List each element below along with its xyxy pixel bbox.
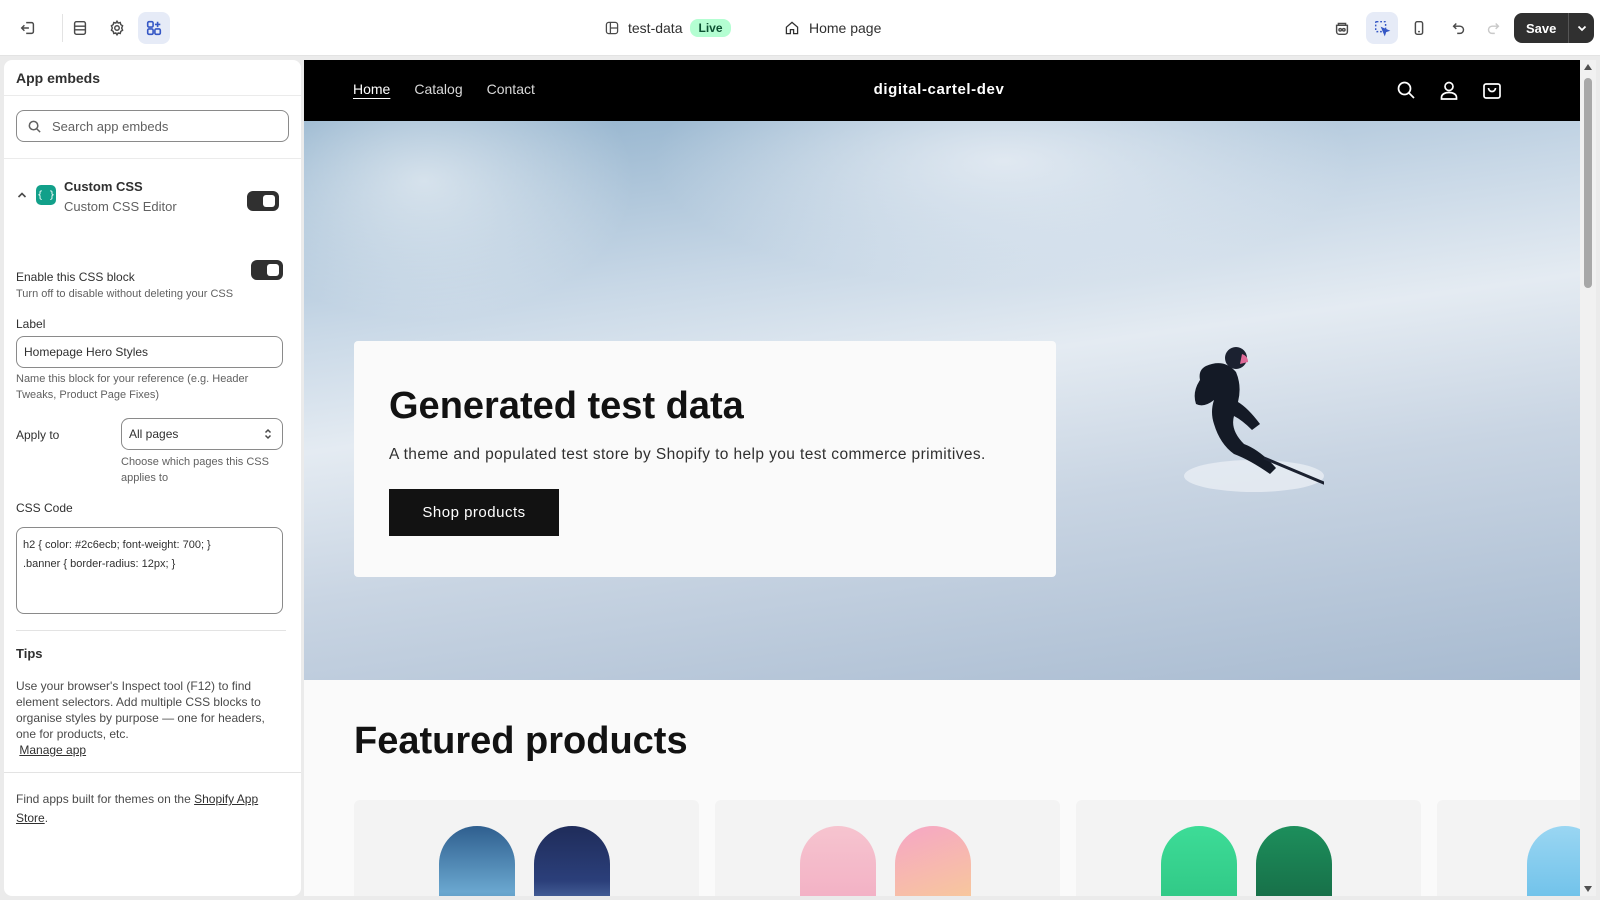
editor-topbar: test-data Live Home page Save xyxy=(0,0,1600,56)
product-image xyxy=(800,826,876,896)
select-element-icon[interactable] xyxy=(1366,12,1398,44)
app-name: Custom CSS xyxy=(64,179,143,194)
section-divider xyxy=(16,630,286,631)
featured-products-heading: Featured products xyxy=(354,720,688,762)
enable-css-block-toggle[interactable] xyxy=(251,260,283,280)
product-image xyxy=(439,826,515,896)
nav-link-home[interactable]: Home xyxy=(353,81,390,97)
label-help: Name this block for your reference (e.g.… xyxy=(16,373,249,401)
app-block-name: Custom CSS Editor xyxy=(64,199,177,214)
shop-products-button[interactable]: Shop products xyxy=(389,489,559,536)
theme-settings-gear-icon[interactable] xyxy=(101,12,133,44)
home-icon xyxy=(785,21,799,35)
label-field-label: Label xyxy=(16,317,46,331)
theme-selector[interactable]: test-data Live xyxy=(604,16,731,40)
redo-icon[interactable] xyxy=(1477,12,1509,44)
scroll-up-arrow-icon[interactable] xyxy=(1584,64,1592,70)
panel-title: App embeds xyxy=(4,60,301,96)
store-header: Home Catalog Contact digital-cartel-dev xyxy=(304,60,1580,121)
save-button[interactable]: Save xyxy=(1514,13,1568,43)
custom-css-app-icon: { } xyxy=(36,185,56,205)
page-selector-label: Home page xyxy=(809,20,882,36)
exit-icon[interactable] xyxy=(12,12,44,44)
enable-css-block-help: Turn off to disable without deleting you… xyxy=(16,288,234,300)
product-card[interactable] xyxy=(1076,800,1421,896)
css-code-textarea[interactable]: h2 { color: #2c6ecb; font-weight: 700; }… xyxy=(16,527,283,614)
apply-to-select[interactable]: All pages xyxy=(121,418,283,450)
tips-text: Use your browser's Inspect tool (F12) to… xyxy=(16,679,265,741)
product-image xyxy=(534,826,610,896)
app-embed-toggle[interactable] xyxy=(247,191,279,211)
footer-text: Find apps built for themes on the xyxy=(16,792,195,806)
layout-icon xyxy=(605,21,619,35)
tips-heading: Tips xyxy=(16,646,43,661)
inspector-icon[interactable] xyxy=(1326,12,1358,44)
css-code-line: h2 { color: #2c6ecb; font-weight: 700; } xyxy=(23,539,211,551)
search-input[interactable]: Search app embeds xyxy=(16,110,289,142)
storefront-preview[interactable]: Home Catalog Contact digital-cartel-dev … xyxy=(304,60,1580,896)
product-card[interactable] xyxy=(715,800,1060,896)
snowboarder-image xyxy=(1184,347,1324,492)
page-selector[interactable]: Home page xyxy=(784,16,881,40)
hero-heading: Generated test data xyxy=(389,385,744,427)
sections-icon[interactable] xyxy=(64,12,96,44)
label-input[interactable]: Homepage Hero Styles xyxy=(16,336,283,368)
search-container: Search app embeds xyxy=(4,96,301,159)
css-code-line: .banner { border-radius: 12px; } xyxy=(23,558,176,570)
section-divider xyxy=(4,772,301,773)
tips-body: Use your browser's Inspect tool (F12) to… xyxy=(16,678,286,758)
search-icon[interactable] xyxy=(1395,79,1417,101)
live-status-badge: Live xyxy=(690,19,731,37)
app-store-footer: Find apps built for themes on the Shopif… xyxy=(16,790,286,828)
save-options-chevron-down-icon[interactable] xyxy=(1568,13,1594,43)
apply-to-help: Choose which pages this CSS applies to xyxy=(121,456,269,484)
mobile-view-icon[interactable] xyxy=(1403,12,1435,44)
app-embeds-panel: App embeds Search app embeds { } Custom … xyxy=(4,60,301,896)
undo-icon[interactable] xyxy=(1443,12,1475,44)
account-icon[interactable] xyxy=(1438,79,1460,101)
hero-banner: Generated test data A theme and populate… xyxy=(304,121,1580,680)
nav-link-catalog[interactable]: Catalog xyxy=(414,81,462,97)
manage-app-link[interactable]: Manage app xyxy=(19,743,86,757)
scrollbar-thumb[interactable] xyxy=(1584,78,1592,288)
app-embed-custom-css: { } Custom CSS Custom CSS Editor xyxy=(4,159,301,249)
cart-icon[interactable] xyxy=(1481,79,1503,101)
select-arrows-icon xyxy=(264,428,272,440)
search-placeholder: Search app embeds xyxy=(52,118,169,134)
product-image xyxy=(1256,826,1332,896)
footer-suffix: . xyxy=(44,811,49,825)
hero-subheading: A theme and populated test store by Shop… xyxy=(389,446,986,463)
collapse-chevron-up-icon[interactable] xyxy=(16,189,28,201)
save-button-group: Save xyxy=(1514,13,1595,43)
theme-name-label: test-data xyxy=(628,20,683,36)
search-icon xyxy=(28,120,41,133)
app-embeds-icon[interactable] xyxy=(138,12,170,44)
nav-link-contact[interactable]: Contact xyxy=(487,81,535,97)
store-logo-text[interactable]: digital-cartel-dev xyxy=(774,81,1104,98)
toolbar-divider xyxy=(62,14,63,42)
apply-to-value: All pages xyxy=(129,427,179,441)
hero-text-card: Generated test data A theme and populate… xyxy=(354,341,1056,577)
enable-css-block-label: Enable this CSS block xyxy=(16,270,135,284)
product-card[interactable] xyxy=(1437,800,1580,896)
scroll-down-arrow-icon[interactable] xyxy=(1584,886,1592,892)
product-image xyxy=(1161,826,1237,896)
preview-scrollbar[interactable] xyxy=(1580,60,1596,896)
store-nav-menu: Home Catalog Contact xyxy=(353,81,535,97)
product-image xyxy=(1527,826,1580,896)
css-code-label: CSS Code xyxy=(16,501,73,515)
product-image xyxy=(895,826,971,896)
product-card[interactable] xyxy=(354,800,699,896)
apply-to-label: Apply to xyxy=(16,428,60,442)
